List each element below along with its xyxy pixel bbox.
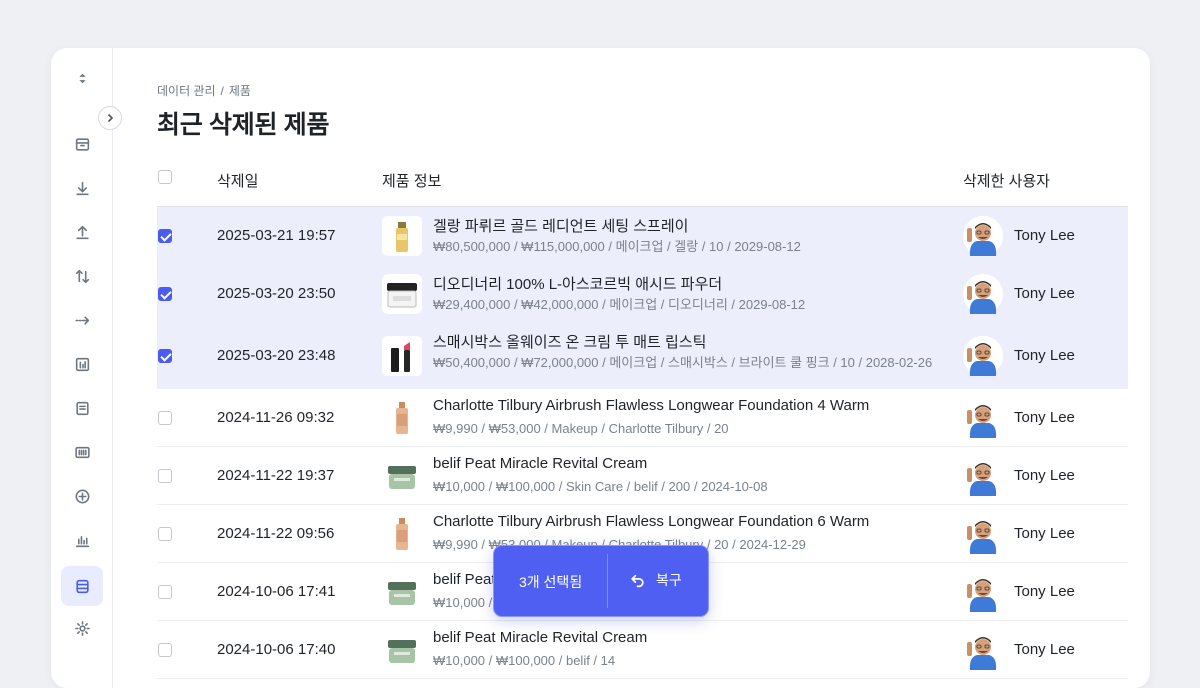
page-title: 최근 삭제된 제품	[157, 111, 330, 139]
product-thumbnail	[382, 398, 422, 438]
header-user: 삭제한 사용자	[963, 173, 1050, 190]
sidebar-expand-button[interactable]	[98, 106, 122, 130]
table-row[interactable]: 2024-11-26 09:32 Charlotte Tilbury Airbru…	[157, 389, 1128, 447]
select-all-checkbox[interactable]	[158, 170, 172, 184]
row-checkbox[interactable]	[158, 229, 172, 243]
product-name[interactable]: Charlotte Tilbury Airbrush Flawless Long…	[433, 513, 869, 530]
table-header: 삭제일 제품 정보 삭제한 사용자	[157, 158, 1128, 207]
product-meta: ₩50,400,000 / ₩72,000,000 / 메이크업 / 스매시박스…	[433, 355, 933, 370]
header-product: 제품 정보	[382, 173, 442, 190]
deleted-date: 2024-10-06 17:40	[217, 641, 336, 658]
product-name[interactable]: belif Peat Miracle Revital Cream	[433, 455, 647, 472]
product-thumbnail	[382, 514, 422, 554]
header-date[interactable]: 삭제일	[217, 170, 258, 191]
deleted-date: 2024-11-22 09:56	[217, 525, 335, 542]
deleted-date: 2025-03-21 19:57	[217, 227, 336, 244]
deleted-date: 2024-11-26 09:32	[217, 409, 335, 426]
row-checkbox[interactable]	[158, 527, 172, 541]
deleted-date: 2025-03-20 23:50	[217, 285, 336, 302]
deleted-date: 2024-11-22 19:37	[217, 467, 335, 484]
deleted-by-user: Tony Lee	[1014, 409, 1075, 426]
chevron-right-icon	[107, 113, 114, 123]
avatar	[963, 572, 1003, 612]
row-checkbox[interactable]	[158, 585, 172, 599]
deleted-date: 2025-03-20 23:48	[217, 347, 336, 364]
download-icon[interactable]	[61, 168, 103, 208]
table-row[interactable]: 2024-10-06 17:40 belif Peat Miracle Revit…	[157, 621, 1128, 679]
transfer-icon[interactable]	[61, 256, 103, 296]
deleted-by-user: Tony Lee	[1014, 347, 1075, 364]
arrow-right-icon[interactable]	[61, 300, 103, 340]
box-icon[interactable]	[61, 124, 103, 164]
product-meta: ₩10,000 / ₩100,000 / Skin Care / belif /…	[433, 479, 768, 494]
breadcrumb: 데이터 관리 / 제품	[157, 82, 251, 99]
product-meta: ₩9,990 / ₩53,000 / Makeup / Charlotte Ti…	[433, 421, 729, 436]
undo-icon	[631, 574, 644, 587]
product-thumbnail	[382, 456, 422, 496]
avatar	[963, 274, 1003, 314]
barcode-icon[interactable]	[61, 432, 103, 472]
row-checkbox[interactable]	[158, 349, 172, 363]
avatar	[963, 216, 1003, 256]
product-thumbnail	[382, 274, 422, 314]
avatar	[963, 456, 1003, 496]
avatar	[963, 514, 1003, 554]
main-card: 데이터 관리 / 제품 최근 삭제된 제품 삭제일 제품 정보 삭제한 사용자 20…	[51, 48, 1150, 688]
deleted-by-user: Tony Lee	[1014, 583, 1075, 600]
product-name[interactable]: 겔랑 파뤼르 골드 레디언트 세팅 스프레이	[433, 215, 688, 236]
avatar	[963, 336, 1003, 376]
product-meta: ₩29,400,000 / ₩42,000,000 / 메이크업 / 디오디너리…	[433, 297, 806, 312]
deleted-date: 2024-10-06 17:41	[217, 583, 336, 600]
row-checkbox[interactable]	[158, 287, 172, 301]
product-meta: ₩80,500,000 / ₩115,000,000 / 메이크업 / 겔랑 /…	[433, 239, 801, 254]
breadcrumb-current: 제품	[228, 84, 251, 98]
product-thumbnail	[382, 336, 422, 376]
upload-icon[interactable]	[61, 212, 103, 252]
sort-icon[interactable]	[61, 58, 103, 98]
table-row[interactable]: 2025-03-20 23:50 디오디너리 100% L-아스코르빅 애시드 파…	[157, 265, 1128, 323]
product-thumbnail	[382, 572, 422, 612]
selected-count: 3개 선택됨	[519, 574, 583, 590]
avatar	[963, 630, 1003, 670]
database-icon[interactable]	[61, 566, 103, 606]
selection-action-bar: 3개 선택됨 복구	[493, 545, 709, 617]
breadcrumb-parent[interactable]: 데이터 관리	[157, 84, 216, 98]
deleted-by-user: Tony Lee	[1014, 641, 1075, 658]
row-checkbox[interactable]	[158, 411, 172, 425]
breadcrumb-separator: /	[220, 84, 224, 98]
row-checkbox[interactable]	[158, 469, 172, 483]
restore-label: 복구	[656, 572, 682, 588]
table-row[interactable]: 2025-03-20 23:48 스매시박스 올웨이즈 온 크림 투 매트 립스틱…	[157, 323, 1128, 389]
sidebar	[51, 48, 113, 688]
bar-chart-icon[interactable]	[61, 520, 103, 560]
deleted-by-user: Tony Lee	[1014, 467, 1075, 484]
product-name[interactable]: 디오디너리 100% L-아스코르빅 애시드 파우더	[433, 273, 722, 294]
document-icon[interactable]	[61, 388, 103, 428]
product-thumbnail	[382, 630, 422, 670]
deleted-by-user: Tony Lee	[1014, 227, 1075, 244]
product-meta: ₩10,000 / ₩100,000 / belif / 14	[433, 653, 616, 668]
restore-button[interactable]: 복구	[629, 570, 682, 590]
plus-circle-icon[interactable]	[61, 476, 103, 516]
action-divider	[607, 554, 608, 608]
deleted-by-user: Tony Lee	[1014, 525, 1075, 542]
product-name[interactable]: belif Peat Miracle Revital Cream	[433, 629, 647, 646]
chart-box-icon[interactable]	[61, 344, 103, 384]
deleted-by-user: Tony Lee	[1014, 285, 1075, 302]
avatar	[963, 398, 1003, 438]
row-checkbox[interactable]	[158, 643, 172, 657]
settings-icon[interactable]	[61, 608, 103, 648]
product-thumbnail	[382, 216, 422, 256]
product-name[interactable]: Charlotte Tilbury Airbrush Flawless Long…	[433, 397, 869, 414]
table-row[interactable]: 2024-11-22 19:37 belif Peat Miracle Revit…	[157, 447, 1128, 505]
table-row[interactable]: 2025-03-21 19:57 겔랑 파뤼르 골드 레디언트 세팅 스프레이 ₩8…	[157, 207, 1128, 265]
product-name[interactable]: 스매시박스 올웨이즈 온 크림 투 매트 립스틱	[433, 331, 706, 352]
